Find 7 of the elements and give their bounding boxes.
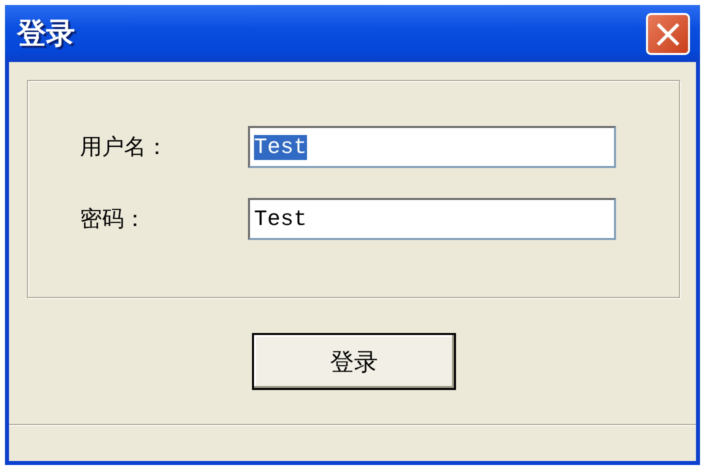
window-title: 登录 xyxy=(17,14,75,52)
login-button[interactable]: 登录 xyxy=(252,333,456,390)
field-label: 用户名： xyxy=(80,134,169,162)
input-field[interactable]: Test xyxy=(248,198,616,240)
close-button[interactable]: × xyxy=(646,12,690,54)
field-label: 密码： xyxy=(80,206,147,234)
input-field[interactable]: Test xyxy=(248,126,616,168)
